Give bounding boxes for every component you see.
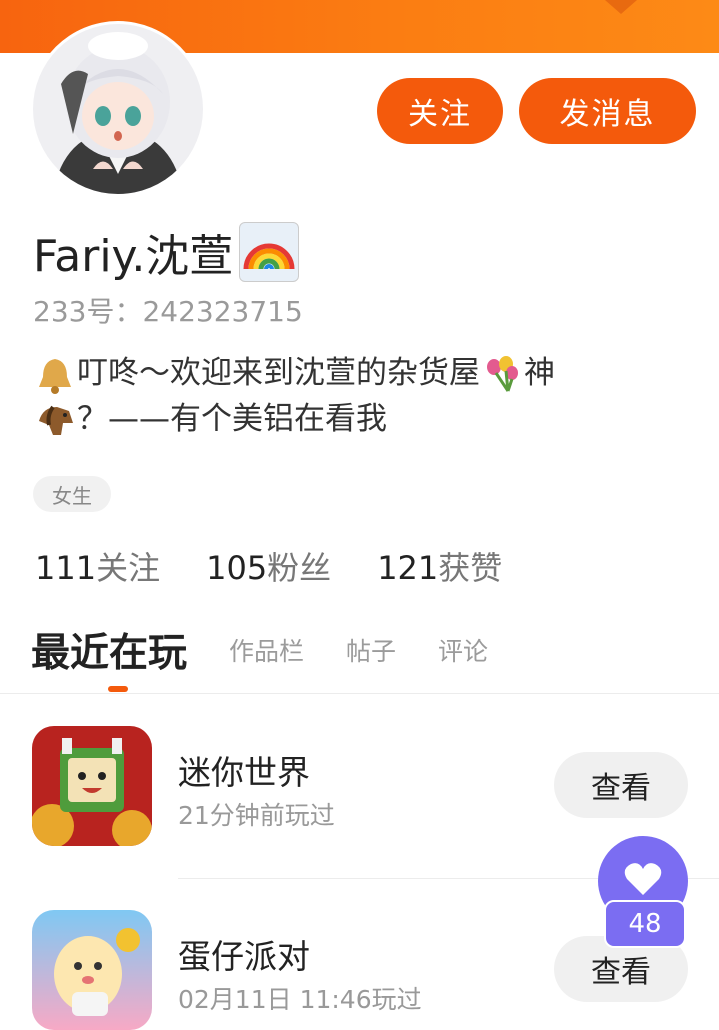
bio-line1: 叮咚～欢迎来到沈萱的杂货屋	[77, 355, 480, 391]
bio-line1-tail: 神	[524, 355, 555, 391]
followers-count: 105	[206, 549, 268, 587]
view-game-button[interactable]: 查看	[554, 752, 688, 818]
tab-comments[interactable]: 评论	[438, 632, 488, 668]
tab-works[interactable]: 作品栏	[229, 632, 304, 668]
tulip-bouquet-icon	[480, 355, 524, 395]
likes-count: 121	[377, 549, 439, 587]
followers-stat[interactable]: 105粉丝	[206, 543, 331, 589]
likes-label: 获赞	[438, 549, 503, 587]
tab-posts[interactable]: 帖子	[346, 632, 396, 668]
game-title: 迷你世界	[178, 753, 310, 792]
gender-tag: 女生	[33, 476, 111, 512]
followers-label: 粉丝	[267, 549, 332, 587]
list-item[interactable]: 蛋仔派对 02月11日 11:46玩过 查看	[32, 910, 692, 1030]
active-tab-indicator	[108, 686, 128, 692]
likes-stat[interactable]: 121获赞	[377, 543, 502, 589]
bio: 叮咚～欢迎来到沈萱的杂货屋 神 ？——有个美铝在看我	[33, 350, 633, 442]
game-last-played: 21分钟前玩过	[178, 801, 335, 830]
game-title: 蛋仔派对	[178, 937, 310, 976]
horse-icon	[33, 401, 77, 441]
profile-tabs: 最近在玩 作品栏 帖子 评论	[31, 620, 691, 680]
like-count-badge: 48	[604, 900, 686, 948]
rainbow-icon	[239, 222, 300, 282]
bio-line2: ？——有个美铝在看我	[77, 401, 387, 437]
tab-recently-played[interactable]: 最近在玩	[31, 622, 187, 678]
profile-name: Fariy.沈萱	[33, 231, 234, 282]
stats-bar: 111关注 105粉丝 121获赞	[35, 543, 548, 589]
list-item[interactable]: 迷你世界 21分钟前玩过 查看	[32, 726, 692, 846]
user-id-label: 233号：242323715	[33, 295, 303, 328]
bell-icon	[33, 355, 77, 395]
mini-world-game-icon[interactable]	[32, 726, 152, 846]
following-count: 111	[35, 549, 97, 587]
tabs-divider	[0, 693, 719, 694]
following-label: 关注	[96, 549, 161, 587]
heart-icon	[623, 861, 663, 901]
following-stat[interactable]: 111关注	[35, 543, 160, 589]
avatar[interactable]	[33, 24, 203, 194]
eggy-party-game-icon[interactable]	[32, 910, 152, 1030]
send-message-button[interactable]: 发消息	[519, 78, 696, 144]
follow-button[interactable]: 关注	[377, 78, 503, 144]
profile-name-row: Fariy.沈萱	[33, 220, 300, 284]
game-last-played: 02月11日 11:46玩过	[178, 985, 422, 1014]
banner-dropdown-icon[interactable]	[605, 0, 637, 14]
